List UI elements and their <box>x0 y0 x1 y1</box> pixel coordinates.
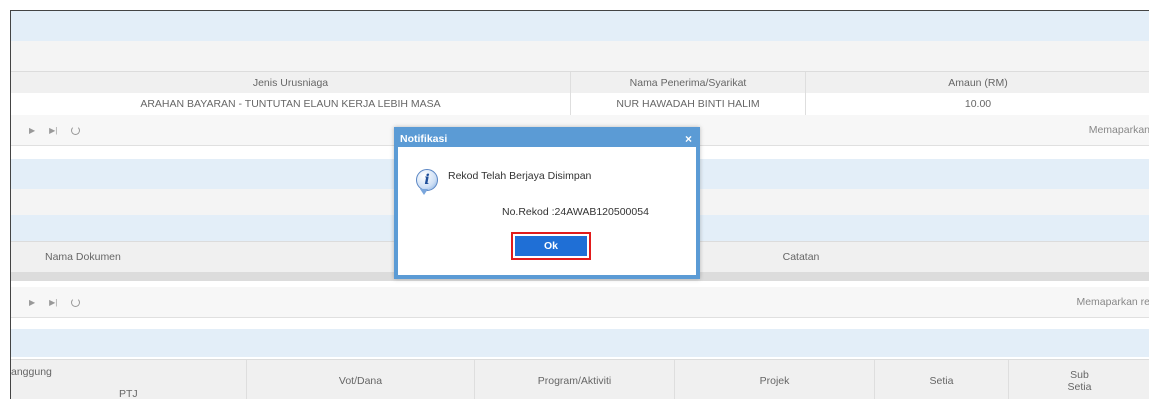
cell-amaun: 10.00 <box>964 98 992 110</box>
col-program-aktiviti: Program/Aktiviti <box>475 360 675 399</box>
next-page-icon[interactable]: ▶ <box>29 298 35 307</box>
refresh-icon[interactable] <box>71 125 81 135</box>
notification-dialog: Notifikasi × i Rekod Telah Berjaya Disim… <box>394 127 700 279</box>
cell-nama-penerima: NUR HAWADAH BINTI HALIM <box>571 93 806 115</box>
info-icon: i <box>416 169 438 191</box>
info-icon-tail <box>420 189 428 195</box>
col-ptj-label: PTJ <box>119 388 138 399</box>
close-icon[interactable]: × <box>685 131 692 147</box>
pager-status: Memaparkan <box>1088 124 1149 136</box>
pager-status: Memaparkan re <box>1076 296 1149 308</box>
section-band <box>11 329 1149 357</box>
table-row[interactable]: ARAHAN BAYARAN - TUNTUTAN ELAUN KERJA LE… <box>11 93 1149 116</box>
last-page-icon[interactable]: ▶| <box>49 298 57 307</box>
col-nama-penerima: Nama Penerima/Syarikat <box>571 72 806 94</box>
last-page-icon[interactable]: ▶| <box>49 126 57 135</box>
col-sub-setia-label: Setia <box>1067 381 1092 393</box>
top-band <box>11 11 1149 41</box>
cell-jenis-urusniaga: ARAHAN BAYARAN - TUNTUTAN ELAUN KERJA LE… <box>11 93 571 115</box>
col-tanggung-label: anggung <box>11 366 52 378</box>
payment-table-header: Jenis Urusniaga Nama Penerima/Syarikat A… <box>11 71 1149 95</box>
col-jenis-urusniaga: Jenis Urusniaga <box>11 72 571 94</box>
col-setia: Setia <box>875 360 1009 399</box>
ok-button[interactable]: Ok <box>515 236 587 256</box>
col-amaun: Amaun (RM) <box>948 77 1008 89</box>
bottom-table-header: anggung PTJ Vot/Dana Program/Aktiviti Pr… <box>11 359 1149 399</box>
spacer-band <box>11 41 1149 71</box>
ok-button-highlight: Ok <box>511 232 591 260</box>
col-tanggung: anggung PTJ <box>11 360 247 399</box>
refresh-icon[interactable] <box>71 297 81 307</box>
dialog-message: Rekod Telah Berjaya Disimpan <box>448 170 592 182</box>
dialog-title: Notifikasi <box>398 131 696 147</box>
col-vot-dana: Vot/Dana <box>247 360 475 399</box>
col-sub-label: Sub <box>1070 369 1089 381</box>
col-projek: Projek <box>675 360 875 399</box>
pager-toolbar: ▶ ▶| Memaparkan re <box>11 287 1149 318</box>
col-sub-setia: Sub Setia <box>1009 360 1149 399</box>
record-number: No.Rekod :24AWAB120500054 <box>502 206 649 218</box>
next-page-icon[interactable]: ▶ <box>29 126 35 135</box>
